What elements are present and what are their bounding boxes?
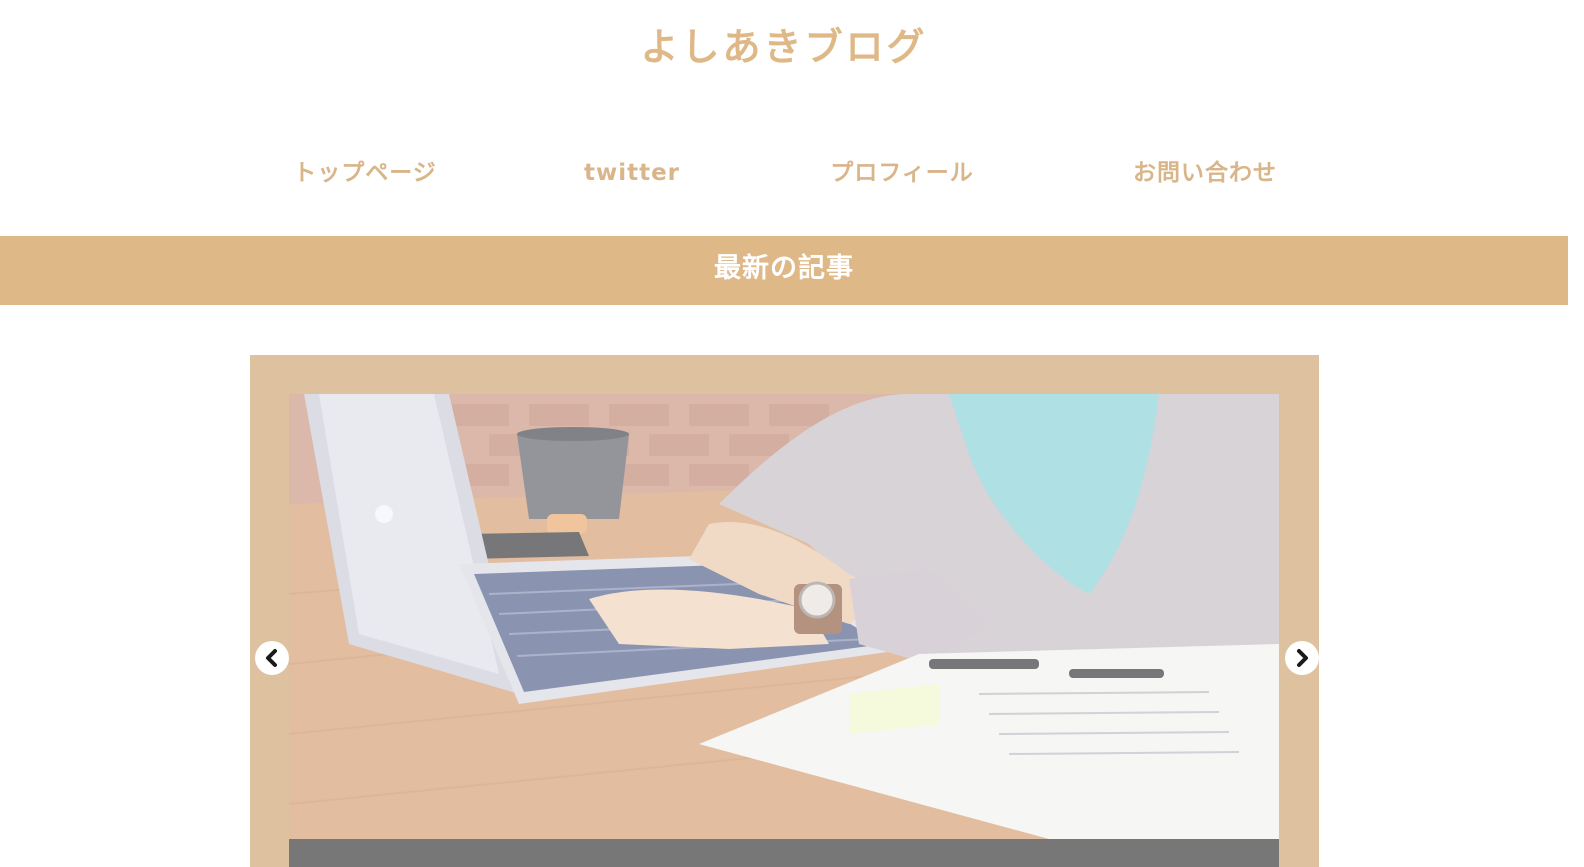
section-header: 最新の記事 (0, 236, 1568, 305)
page-scrollbar[interactable] (1568, 0, 1584, 867)
slide-caption-bar (289, 839, 1279, 867)
nav-item-profile[interactable]: プロフィール (782, 150, 1022, 196)
slider-prev-button[interactable] (255, 641, 289, 675)
site-title[interactable]: よしあきブログ (0, 20, 1568, 74)
chevron-left-icon (266, 649, 277, 667)
nav-item-contact[interactable]: お問い合わせ (1085, 150, 1325, 196)
global-nav: トップページ twitter プロフィール お問い合わせ (0, 150, 1568, 198)
article-slider (250, 355, 1319, 867)
laptop-photo-illustration (289, 394, 1279, 839)
nav-item-twitter[interactable]: twitter (512, 150, 752, 196)
nav-item-top-page[interactable]: トップページ (245, 150, 485, 196)
slider-next-button[interactable] (1285, 641, 1319, 675)
slide-image[interactable] (289, 394, 1279, 839)
chevron-right-icon (1297, 649, 1308, 667)
section-title: 最新の記事 (714, 253, 854, 284)
